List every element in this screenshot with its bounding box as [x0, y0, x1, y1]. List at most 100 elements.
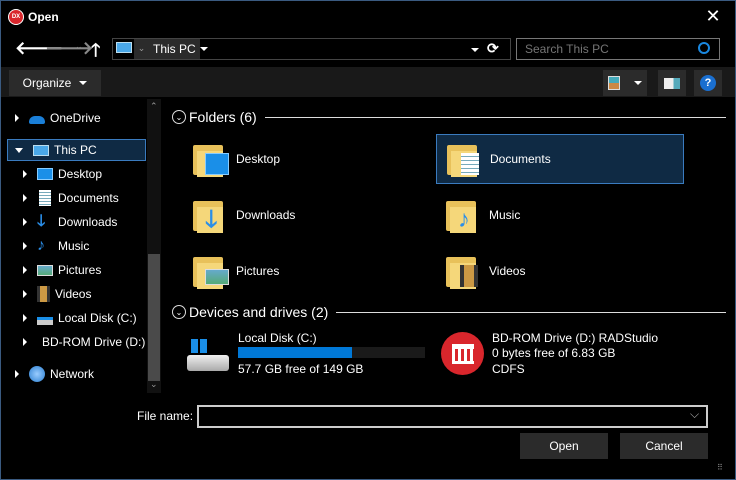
sidebar-item-label: BD-ROM Drive (D:) RADStudio: [42, 335, 147, 349]
help-button[interactable]: ?: [694, 70, 722, 96]
network-icon: [29, 366, 45, 382]
search-box[interactable]: [516, 38, 720, 60]
scroll-down-icon[interactable]: ⌄: [150, 379, 158, 390]
sidebar-item-bd-rom[interactable]: BD-ROM Drive (D:) RADStudio: [23, 331, 147, 353]
documents-folder-icon: [445, 139, 485, 179]
open-dialog: DX Open ✕ 🡐 🡒 ⌄ 🡑 ⌄ This PC ⟳ Organize ?…: [0, 0, 736, 480]
navigation-pane: OneDrive This PC Desktop Documents 🡓 Down…: [1, 97, 163, 395]
sidebar-item-label: OneDrive: [50, 111, 101, 125]
sidebar-item-documents[interactable]: Documents: [23, 187, 119, 209]
desktop-icon: [37, 168, 53, 180]
folder-tile-videos[interactable]: Videos: [436, 246, 684, 296]
app-logo-icon: DX: [8, 9, 24, 25]
group-title: Devices and drives (2): [189, 304, 329, 320]
search-input[interactable]: [517, 39, 695, 59]
sidebar-item-local-disk[interactable]: Local Disk (C:): [23, 307, 137, 329]
breadcrumb-chevron-icon[interactable]: ⌄: [134, 39, 149, 59]
collapse-chevron-icon[interactable]: ⌄: [172, 110, 186, 124]
drive-tile-bd-rom[interactable]: BD-ROM Drive (D:) RADStudio 0 bytes free…: [436, 329, 696, 379]
content-pane: ⌄ Folders (6) Desktop Documents 🡓 Download…: [166, 97, 734, 395]
sidebar-item-label: Music: [58, 239, 90, 253]
preview-pane-icon: [664, 77, 680, 89]
sidebar-item-label: Videos: [55, 287, 92, 301]
view-dropdown-icon: [634, 81, 642, 85]
sidebar-item-videos[interactable]: Videos: [23, 283, 91, 305]
drives-group-header[interactable]: ⌄ Devices and drives (2): [172, 304, 726, 320]
filename-dropdown-icon[interactable]: ⌵: [690, 407, 699, 422]
sidebar-item-pictures[interactable]: Pictures: [23, 259, 101, 281]
title-bar: DX Open ✕: [1, 1, 735, 33]
preview-pane-button[interactable]: [658, 70, 686, 96]
sidebar-item-music[interactable]: ♪ Music: [23, 235, 89, 257]
music-icon: ♪: [37, 237, 45, 254]
sidebar-item-label: Desktop: [58, 167, 103, 181]
collapse-chevron-icon[interactable]: ⌄: [172, 305, 186, 319]
navigation-bar: 🡐 🡒 ⌄ 🡑 ⌄ This PC ⟳: [1, 33, 735, 65]
filename-label: File name:: [137, 409, 194, 423]
address-bar[interactable]: ⌄ This PC ⟳: [112, 38, 511, 60]
close-icon[interactable]: ✕: [701, 5, 725, 29]
sidebar-item-label: This PC: [54, 143, 97, 157]
videos-icon: [37, 286, 50, 302]
sidebar-item-label: Local Disk (C:): [58, 311, 137, 325]
sidebar-item-label: Pictures: [58, 263, 102, 277]
sidebar-item-label: Network: [50, 367, 95, 381]
drive-tile-local-disk[interactable]: Local Disk (C:) 57.7 GB free of 149 GB: [183, 329, 431, 379]
sidebar-item-label: Documents: [58, 191, 119, 205]
folder-tile-music[interactable]: ♪ Music: [436, 190, 684, 240]
this-pc-icon: [33, 144, 49, 156]
address-history-dropdown-icon[interactable]: [471, 48, 479, 52]
organize-label: Organize: [22, 76, 72, 90]
recent-locations-chevron-icon[interactable]: ⌄: [75, 41, 83, 52]
cancel-button[interactable]: Cancel: [620, 433, 708, 459]
folder-tile-pictures[interactable]: Pictures: [183, 246, 431, 296]
folder-tile-desktop[interactable]: Desktop: [183, 134, 431, 184]
drive-usage-fill: [238, 347, 353, 358]
sidebar-item-network[interactable]: Network: [15, 363, 94, 385]
desktop-folder-icon: [191, 139, 231, 179]
tile-label: Videos: [489, 264, 526, 278]
filename-input[interactable]: [199, 407, 679, 426]
drive-free-space: 0 bytes free of 6.83 GB: [492, 346, 616, 360]
onedrive-icon: [29, 116, 45, 124]
this-pc-icon: [116, 42, 132, 53]
downloads-icon: 🡓: [37, 213, 46, 230]
folders-group-header[interactable]: ⌄ Folders (6): [172, 109, 726, 125]
folder-tile-documents[interactable]: Documents: [436, 134, 684, 184]
open-button[interactable]: Open: [520, 433, 608, 459]
window-title: Open: [28, 10, 59, 24]
drive-free-space: 57.7 GB free of 149 GB: [238, 362, 364, 376]
change-view-button[interactable]: [603, 70, 647, 96]
drive-usage-bar: [238, 347, 425, 358]
forward-arrow-icon[interactable]: 🡒: [45, 38, 93, 59]
drive-label: BD-ROM Drive (D:) RADStudio: [492, 331, 659, 345]
tile-label: Documents: [490, 152, 551, 166]
drive-file-system: CDFS: [492, 362, 525, 376]
sidebar-item-downloads[interactable]: 🡓 Downloads: [23, 211, 117, 233]
sidebar-item-desktop[interactable]: Desktop: [23, 163, 102, 185]
sidebar-item-onedrive[interactable]: OneDrive: [15, 107, 101, 129]
resize-grip-icon[interactable]: ⠿: [717, 463, 723, 472]
sidebar-scrollbar[interactable]: ⌃ ⌄: [147, 99, 161, 393]
breadcrumb-dropdown-icon[interactable]: [200, 47, 208, 51]
group-title: Folders (6): [189, 109, 257, 125]
breadcrumb-this-pc[interactable]: This PC: [149, 39, 200, 59]
scrollbar-thumb[interactable]: [148, 254, 160, 381]
tile-label: Desktop: [236, 152, 281, 166]
scroll-up-icon[interactable]: ⌃: [150, 101, 158, 112]
refresh-icon[interactable]: ⟳: [487, 40, 499, 57]
sidebar-item-this-pc[interactable]: This PC: [7, 139, 146, 161]
drive-label: Local Disk (C:): [238, 331, 317, 345]
local-disk-icon: [37, 317, 53, 325]
search-icon[interactable]: [698, 42, 710, 54]
command-bar: Organize ?: [1, 67, 735, 97]
tile-label: Downloads: [236, 208, 296, 222]
pictures-folder-icon: [191, 251, 231, 291]
tile-label: Music: [489, 208, 521, 222]
organize-button[interactable]: Organize: [9, 70, 101, 96]
up-arrow-icon[interactable]: 🡑: [91, 38, 100, 68]
tile-label: Pictures: [236, 264, 280, 278]
folder-tile-downloads[interactable]: 🡓 Downloads: [183, 190, 431, 240]
filename-combobox[interactable]: ⌵: [197, 405, 708, 428]
bd-rom-icon: [441, 332, 484, 375]
